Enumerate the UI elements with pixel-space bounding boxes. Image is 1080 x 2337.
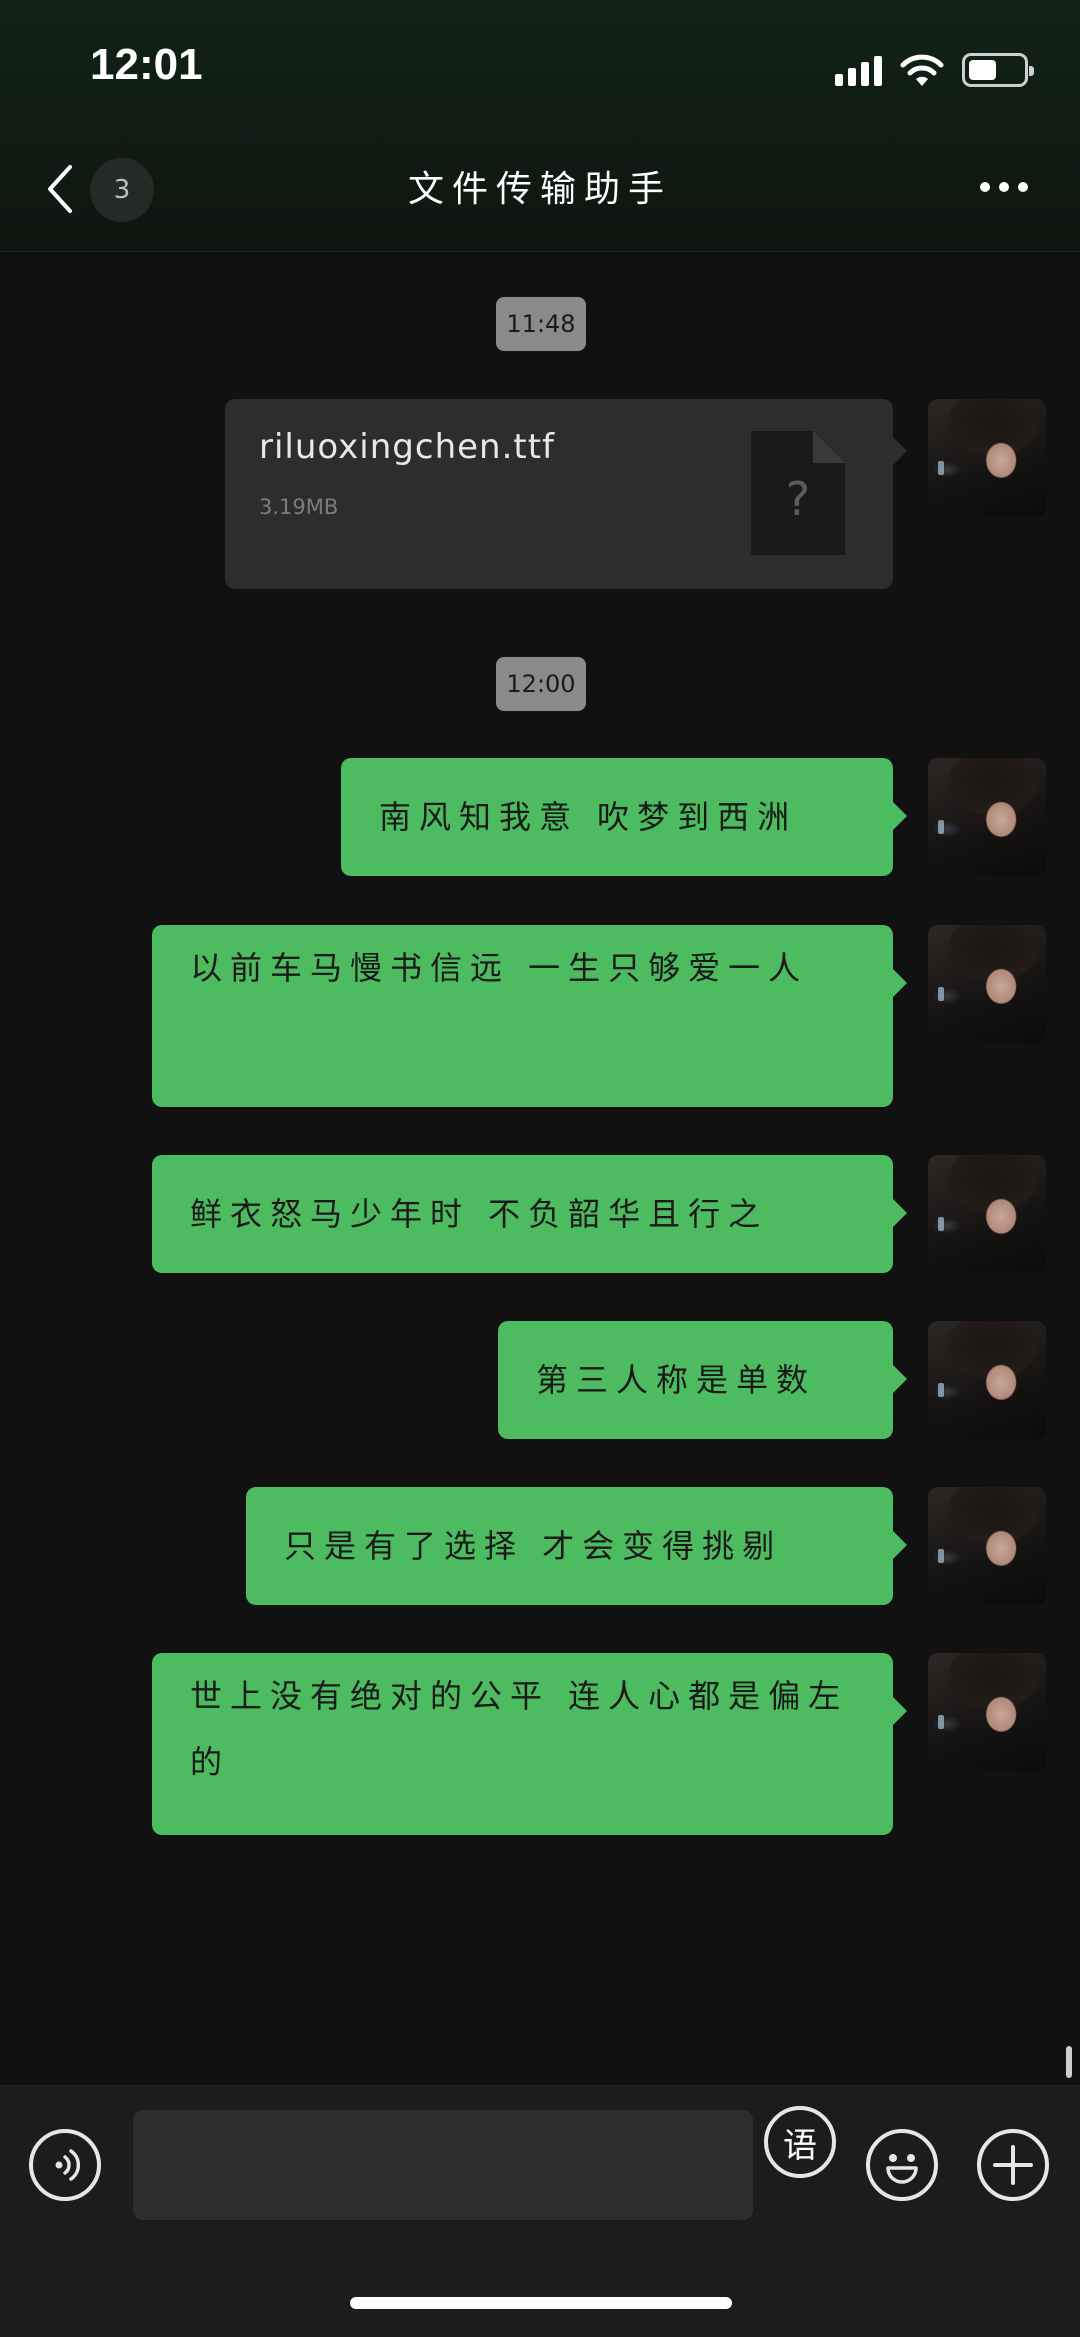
message-text: 世上没有绝对的公平 连人心都是偏左的	[190, 1677, 849, 1781]
emoji-button[interactable]	[866, 2129, 938, 2201]
wifi-icon	[900, 54, 944, 86]
status-icons	[835, 50, 1034, 90]
message-input[interactable]	[133, 2110, 753, 2220]
message-bubble[interactable]: 第三人称是单数	[498, 1321, 907, 1439]
message-text: 只是有了选择 才会变得挑剔	[284, 1527, 783, 1565]
plus-icon	[993, 2145, 1033, 2185]
voice-button[interactable]	[29, 2129, 101, 2201]
voice-to-text-button[interactable]: 语	[764, 2106, 836, 2178]
page-title: 文件传输助手	[407, 169, 672, 210]
avatar[interactable]	[928, 1321, 1046, 1439]
message-bubble[interactable]: 世上没有绝对的公平 连人心都是偏左的	[152, 1653, 907, 1835]
message-text: 南风知我意 吹梦到西洲	[379, 798, 798, 836]
message-bubble[interactable]: 只是有了选择 才会变得挑剔	[246, 1487, 907, 1605]
message-bubble[interactable]: 南风知我意 吹梦到西洲	[341, 758, 907, 876]
voice-icon	[55, 2149, 81, 2181]
more-actions-button[interactable]	[977, 2129, 1049, 2201]
battery-icon	[962, 53, 1034, 87]
svg-text:?: ?	[786, 472, 810, 526]
avatar[interactable]	[928, 1155, 1046, 1273]
file-name: riluoxingchen.ttf	[259, 427, 556, 467]
avatar[interactable]	[928, 399, 1046, 517]
more-dots-icon	[980, 182, 990, 192]
avatar[interactable]	[928, 1653, 1046, 1771]
avatar[interactable]	[928, 1487, 1046, 1605]
message-text: 以前车马慢书信远 一生只够爱一人	[190, 949, 809, 987]
cellular-signal-icon	[835, 54, 882, 86]
avatar[interactable]	[928, 758, 1046, 876]
file-size: 3.19MB	[259, 495, 339, 519]
file-unknown-icon: ?	[751, 431, 845, 555]
avatar[interactable]	[928, 925, 1046, 1043]
message-text: 第三人称是单数	[536, 1361, 817, 1399]
message-text: 鲜衣怒马少年时 不负韶华且行之	[190, 1195, 769, 1233]
home-indicator[interactable]	[350, 2297, 732, 2309]
message-bubble[interactable]: 鲜衣怒马少年时 不负韶华且行之	[152, 1155, 907, 1273]
status-time: 12:01	[90, 40, 203, 89]
message-timestamp: 12:00	[496, 657, 586, 711]
top-bar: 12:01 3 文件传输助手	[0, 0, 1080, 252]
chat-message-list[interactable]: 11:48 riluoxingchen.ttf 3.19MB ? 12:00 南…	[0, 253, 1080, 2085]
more-options-button[interactable]	[980, 182, 1028, 192]
scrollbar-thumb[interactable]	[1066, 2046, 1072, 2078]
file-message[interactable]: riluoxingchen.ttf 3.19MB ?	[225, 399, 907, 589]
message-timestamp: 11:48	[496, 297, 586, 351]
emoji-icon	[886, 2154, 918, 2184]
message-bubble[interactable]: 以前车马慢书信远 一生只够爱一人	[152, 925, 907, 1107]
